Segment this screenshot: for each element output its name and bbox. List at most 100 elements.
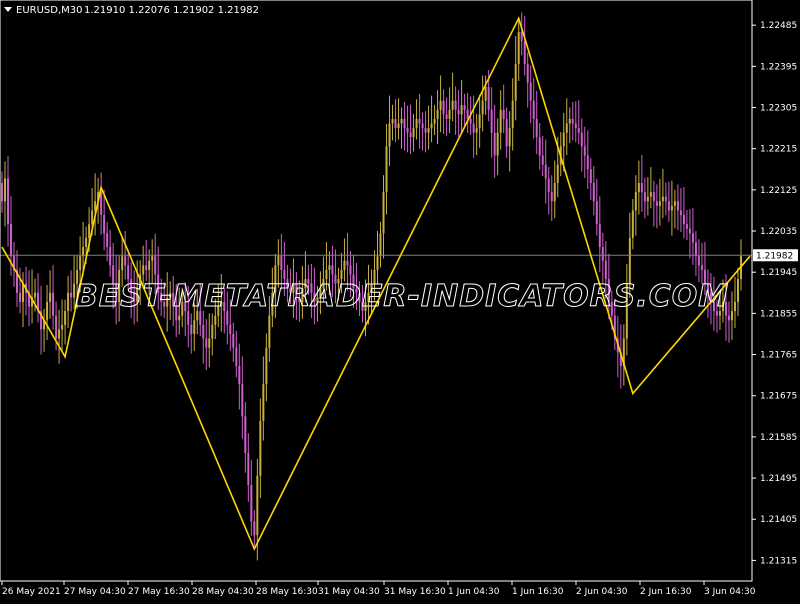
candle-body bbox=[61, 324, 64, 330]
candle-body bbox=[529, 82, 532, 101]
candle-body bbox=[85, 237, 88, 248]
candle-body bbox=[430, 123, 433, 129]
y-tick-label: 1.21405 bbox=[760, 515, 797, 525]
candle-body bbox=[682, 215, 685, 225]
candle-body bbox=[649, 192, 652, 197]
candle-body bbox=[460, 105, 463, 115]
candle-body bbox=[484, 86, 487, 101]
candle-body bbox=[88, 224, 91, 238]
candle-body bbox=[487, 86, 490, 110]
candle-body bbox=[634, 192, 637, 211]
candle-body bbox=[202, 324, 205, 339]
candle-body bbox=[214, 315, 217, 325]
candle-body bbox=[730, 311, 733, 321]
candle-body bbox=[445, 114, 448, 119]
candle-body bbox=[700, 265, 703, 270]
candle-body bbox=[343, 260, 346, 270]
candle-body bbox=[388, 123, 391, 147]
candle-body bbox=[544, 164, 547, 179]
candle-body bbox=[124, 256, 127, 266]
candle-body bbox=[19, 292, 22, 302]
candle-body bbox=[1, 182, 3, 202]
candle-body bbox=[697, 256, 700, 266]
candle-body bbox=[52, 292, 55, 316]
candle-body bbox=[385, 146, 388, 193]
candle-body bbox=[253, 521, 256, 536]
candle-body bbox=[436, 109, 439, 119]
price-chart[interactable]: BEST-METATRADER-INDICATORS.COM EURUSD,M3… bbox=[0, 0, 800, 600]
candle-body bbox=[268, 315, 271, 348]
candle-body bbox=[154, 256, 157, 275]
symbol-label: EURUSD,M30 bbox=[16, 5, 82, 16]
candle-body bbox=[664, 196, 667, 202]
candle-body bbox=[424, 128, 427, 133]
candle-body bbox=[463, 105, 466, 110]
y-tick-label: 1.22395 bbox=[760, 62, 797, 72]
candle-body bbox=[688, 228, 691, 234]
candle-body bbox=[70, 292, 73, 298]
candle-body bbox=[577, 128, 580, 133]
candle-body bbox=[646, 196, 649, 202]
candle-body bbox=[67, 292, 70, 312]
candle-body bbox=[91, 210, 94, 225]
candle-body bbox=[100, 192, 103, 216]
candle-body bbox=[55, 315, 58, 339]
candle-body bbox=[565, 123, 568, 133]
x-tick-label: 27 May 16:30 bbox=[128, 587, 190, 597]
candle-body bbox=[232, 333, 235, 348]
candle-body bbox=[205, 338, 208, 348]
candle-body bbox=[442, 100, 445, 115]
candle-body bbox=[247, 452, 250, 485]
candle-body bbox=[550, 192, 553, 202]
candle-body bbox=[481, 100, 484, 115]
ohlc-label: 1.21910 1.22076 1.21902 1.21982 bbox=[84, 5, 259, 16]
x-tick-label: 31 May 04:30 bbox=[318, 587, 380, 597]
y-tick-label: 1.21855 bbox=[760, 309, 797, 319]
x-tick-label: 2 Jun 04:30 bbox=[576, 587, 628, 597]
candle-body bbox=[328, 265, 331, 270]
candle-body bbox=[511, 100, 514, 129]
candle-body bbox=[583, 146, 586, 156]
candle-body bbox=[34, 292, 37, 298]
current-price-label: 1.21982 bbox=[756, 251, 793, 261]
candle-body bbox=[562, 132, 565, 147]
candle-body bbox=[406, 128, 409, 133]
chart-canvas[interactable]: BEST-METATRADER-INDICATORS.COM EURUSD,M3… bbox=[0, 0, 800, 600]
candle-body bbox=[277, 256, 280, 266]
candle-body bbox=[418, 118, 421, 124]
candle-body bbox=[661, 196, 664, 202]
candle-body bbox=[433, 118, 436, 124]
candle-body bbox=[10, 224, 13, 257]
candle-body bbox=[49, 292, 52, 302]
candle-body bbox=[586, 155, 589, 170]
candle-body bbox=[142, 265, 145, 275]
candle-body bbox=[580, 132, 583, 147]
candle-body bbox=[670, 205, 673, 211]
candle-body bbox=[391, 118, 394, 124]
candle-body bbox=[601, 247, 604, 261]
candle-body bbox=[568, 118, 571, 124]
x-tick-label: 31 May 16:30 bbox=[384, 587, 446, 597]
candle-body bbox=[382, 192, 385, 234]
candle-body bbox=[526, 64, 529, 83]
candle-body bbox=[421, 123, 424, 129]
candle-body bbox=[349, 265, 352, 275]
x-tick-label: 3 Jun 04:30 bbox=[704, 587, 756, 597]
candle-body bbox=[520, 32, 523, 42]
candle-body bbox=[628, 237, 631, 284]
candle-body bbox=[547, 178, 550, 193]
y-tick-label: 1.21945 bbox=[760, 268, 797, 278]
y-tick-label: 1.21765 bbox=[760, 351, 797, 361]
candle-body bbox=[79, 256, 82, 270]
candle-body bbox=[493, 132, 496, 156]
candle-body bbox=[658, 201, 661, 206]
current-price-marker: 1.21982 bbox=[753, 249, 798, 262]
y-tick-label: 1.22215 bbox=[760, 145, 797, 155]
y-tick-label: 1.21585 bbox=[760, 433, 797, 443]
candle-body bbox=[676, 201, 679, 211]
candle-body bbox=[604, 260, 607, 280]
candle-body bbox=[574, 123, 577, 129]
candle-body bbox=[145, 265, 148, 270]
candle-body bbox=[508, 128, 511, 147]
candle-body bbox=[592, 182, 595, 202]
